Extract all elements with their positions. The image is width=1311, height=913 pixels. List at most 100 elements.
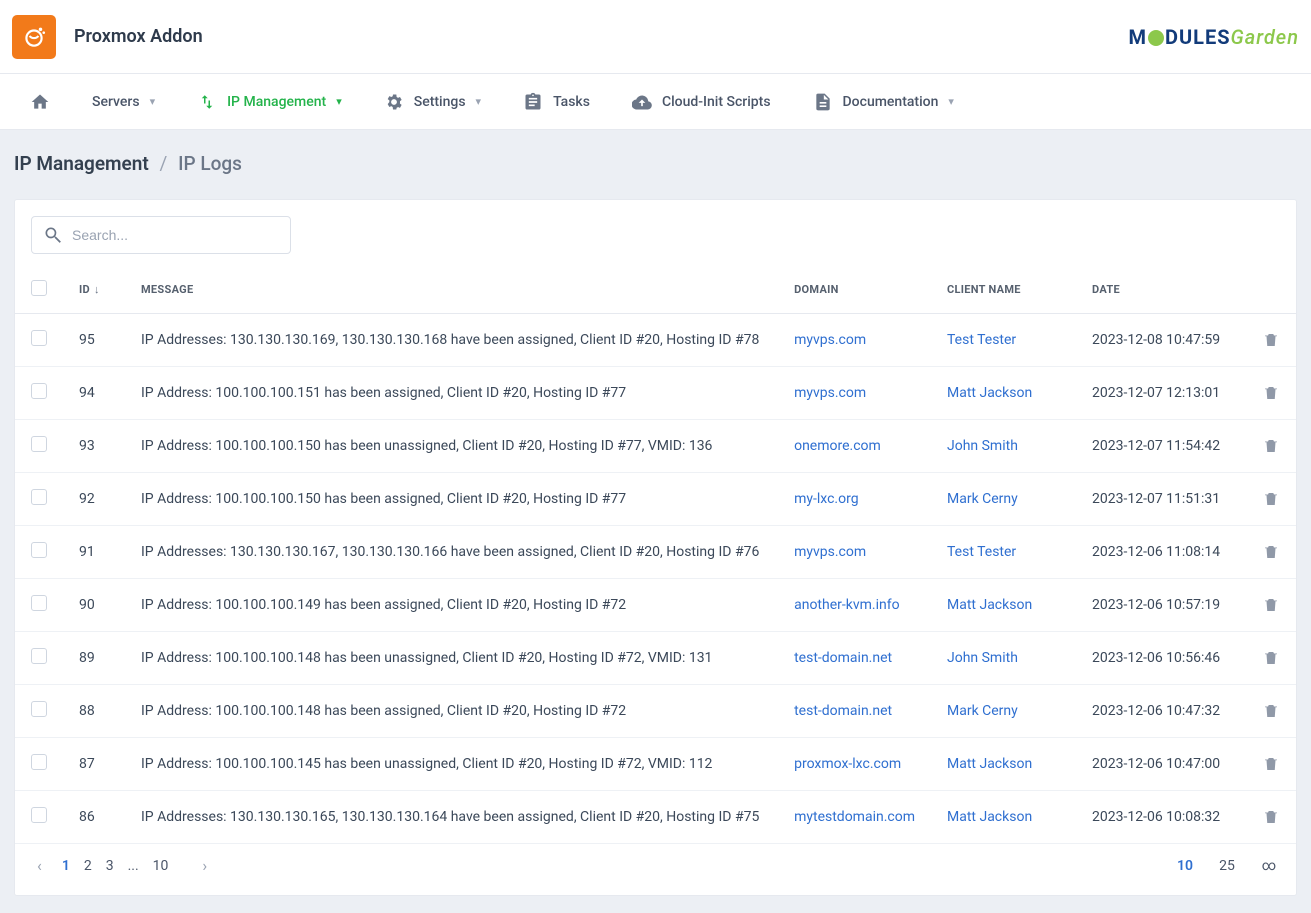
cell-client-link[interactable]: Matt Jackson xyxy=(947,597,1032,613)
delete-button[interactable] xyxy=(1262,808,1280,826)
cell-message: IP Address: 100.100.100.150 has been ass… xyxy=(125,473,778,526)
nav-ip-management[interactable]: IP Management ▾ xyxy=(179,74,360,130)
nav-tasks[interactable]: Tasks xyxy=(505,74,608,130)
cell-id: 92 xyxy=(63,473,125,526)
cell-date: 2023-12-06 10:57:19 xyxy=(1076,579,1246,632)
search-field xyxy=(31,216,291,254)
row-checkbox[interactable] xyxy=(31,807,47,823)
table-row: 89IP Address: 100.100.100.148 has been u… xyxy=(15,632,1296,685)
cell-date: 2023-12-06 10:56:46 xyxy=(1076,632,1246,685)
nav-cloud-init[interactable]: Cloud-Init Scripts xyxy=(614,74,789,130)
pager-prev[interactable]: ‹ xyxy=(31,856,48,875)
row-checkbox[interactable] xyxy=(31,489,47,505)
home-icon xyxy=(30,92,50,112)
delete-button[interactable] xyxy=(1262,331,1280,349)
cell-domain-link[interactable]: myvps.com xyxy=(794,385,866,401)
cell-domain-link[interactable]: my-lxc.org xyxy=(794,491,858,507)
cell-client-link[interactable]: Matt Jackson xyxy=(947,756,1032,772)
ip-logs-table: ID↓ MESSAGE DOMAIN CLIENT NAME DATE 95IP… xyxy=(15,266,1296,844)
cell-id: 95 xyxy=(63,314,125,367)
app-header: Proxmox Addon MDULESGarden xyxy=(0,0,1311,74)
cell-message: IP Addresses: 130.130.130.165, 130.130.1… xyxy=(125,791,778,844)
delete-button[interactable] xyxy=(1262,490,1280,508)
nav-servers[interactable]: Servers ▾ xyxy=(74,74,173,130)
nav-tasks-label: Tasks xyxy=(553,94,590,110)
sort-down-icon: ↓ xyxy=(94,283,100,296)
row-checkbox[interactable] xyxy=(31,701,47,717)
pager-page-10[interactable]: 10 xyxy=(153,858,169,874)
gear-icon xyxy=(384,92,404,112)
table-row: 90IP Address: 100.100.100.149 has been a… xyxy=(15,579,1296,632)
col-date[interactable]: DATE xyxy=(1076,266,1246,314)
row-checkbox[interactable] xyxy=(31,330,47,346)
clipboard-icon xyxy=(523,92,543,112)
delete-button[interactable] xyxy=(1262,596,1280,614)
page-size-25[interactable]: 25 xyxy=(1216,858,1238,874)
table-row: 92IP Address: 100.100.100.150 has been a… xyxy=(15,473,1296,526)
cell-domain-link[interactable]: test-domain.net xyxy=(794,650,892,666)
cell-domain-link[interactable]: another-kvm.info xyxy=(794,597,900,613)
table-row: 94IP Address: 100.100.100.151 has been a… xyxy=(15,367,1296,420)
cell-domain-link[interactable]: myvps.com xyxy=(794,544,866,560)
col-id[interactable]: ID↓ xyxy=(63,266,125,314)
col-message[interactable]: MESSAGE xyxy=(125,266,778,314)
delete-button[interactable] xyxy=(1262,437,1280,455)
cell-message: IP Addresses: 130.130.130.167, 130.130.1… xyxy=(125,526,778,579)
cell-client-link[interactable]: Mark Cerny xyxy=(947,703,1018,719)
row-checkbox[interactable] xyxy=(31,383,47,399)
col-client[interactable]: CLIENT NAME xyxy=(931,266,1076,314)
cell-id: 91 xyxy=(63,526,125,579)
delete-button[interactable] xyxy=(1262,649,1280,667)
row-checkbox[interactable] xyxy=(31,754,47,770)
delete-button[interactable] xyxy=(1262,755,1280,773)
delete-button[interactable] xyxy=(1262,702,1280,720)
cell-message: IP Address: 100.100.100.148 has been ass… xyxy=(125,685,778,738)
cell-client-link[interactable]: Test Tester xyxy=(947,544,1016,560)
pager-ellipsis: ... xyxy=(128,858,139,874)
page-size-all[interactable]: ∞ xyxy=(1258,858,1280,874)
cell-domain-link[interactable]: onemore.com xyxy=(794,438,881,454)
table-row: 95IP Addresses: 130.130.130.169, 130.130… xyxy=(15,314,1296,367)
nav-ip-management-label: IP Management xyxy=(227,94,326,110)
cell-id: 93 xyxy=(63,420,125,473)
app-logo xyxy=(12,15,56,59)
nav-documentation[interactable]: Documentation ▾ xyxy=(795,74,972,130)
row-checkbox[interactable] xyxy=(31,648,47,664)
cell-date: 2023-12-07 12:13:01 xyxy=(1076,367,1246,420)
nav-home[interactable] xyxy=(12,74,68,130)
cell-domain-link[interactable]: myvps.com xyxy=(794,332,866,348)
cell-client-link[interactable]: Matt Jackson xyxy=(947,385,1032,401)
chevron-down-icon: ▾ xyxy=(150,95,156,108)
row-checkbox[interactable] xyxy=(31,542,47,558)
cell-client-link[interactable]: Matt Jackson xyxy=(947,809,1032,825)
breadcrumb-current: IP Logs xyxy=(178,152,242,175)
cell-client-link[interactable]: John Smith xyxy=(947,650,1018,666)
row-checkbox[interactable] xyxy=(31,436,47,452)
delete-button[interactable] xyxy=(1262,543,1280,561)
select-all-checkbox[interactable] xyxy=(31,280,47,296)
cell-id: 87 xyxy=(63,738,125,791)
cell-domain-link[interactable]: proxmox-lxc.com xyxy=(794,756,901,772)
cell-id: 94 xyxy=(63,367,125,420)
cloud-upload-icon xyxy=(632,92,652,112)
document-icon xyxy=(813,92,833,112)
pager-next[interactable]: › xyxy=(196,856,213,875)
cell-id: 90 xyxy=(63,579,125,632)
pager-page-3[interactable]: 3 xyxy=(106,858,114,874)
pager-page-2[interactable]: 2 xyxy=(84,858,92,874)
cell-client-link[interactable]: Test Tester xyxy=(947,332,1016,348)
nav-servers-label: Servers xyxy=(92,94,140,110)
delete-button[interactable] xyxy=(1262,384,1280,402)
breadcrumb-root[interactable]: IP Management xyxy=(14,152,149,175)
cell-client-link[interactable]: Mark Cerny xyxy=(947,491,1018,507)
col-domain[interactable]: DOMAIN xyxy=(778,266,931,314)
search-input[interactable] xyxy=(31,216,291,254)
cell-client-link[interactable]: John Smith xyxy=(947,438,1018,454)
cell-domain-link[interactable]: test-domain.net xyxy=(794,703,892,719)
nav-settings[interactable]: Settings ▾ xyxy=(366,74,499,130)
page-size-10[interactable]: 10 xyxy=(1174,858,1196,874)
pager-page-1[interactable]: 1 xyxy=(62,858,70,874)
cell-domain-link[interactable]: mytestdomain.com xyxy=(794,809,915,825)
table-row: 93IP Address: 100.100.100.150 has been u… xyxy=(15,420,1296,473)
row-checkbox[interactable] xyxy=(31,595,47,611)
